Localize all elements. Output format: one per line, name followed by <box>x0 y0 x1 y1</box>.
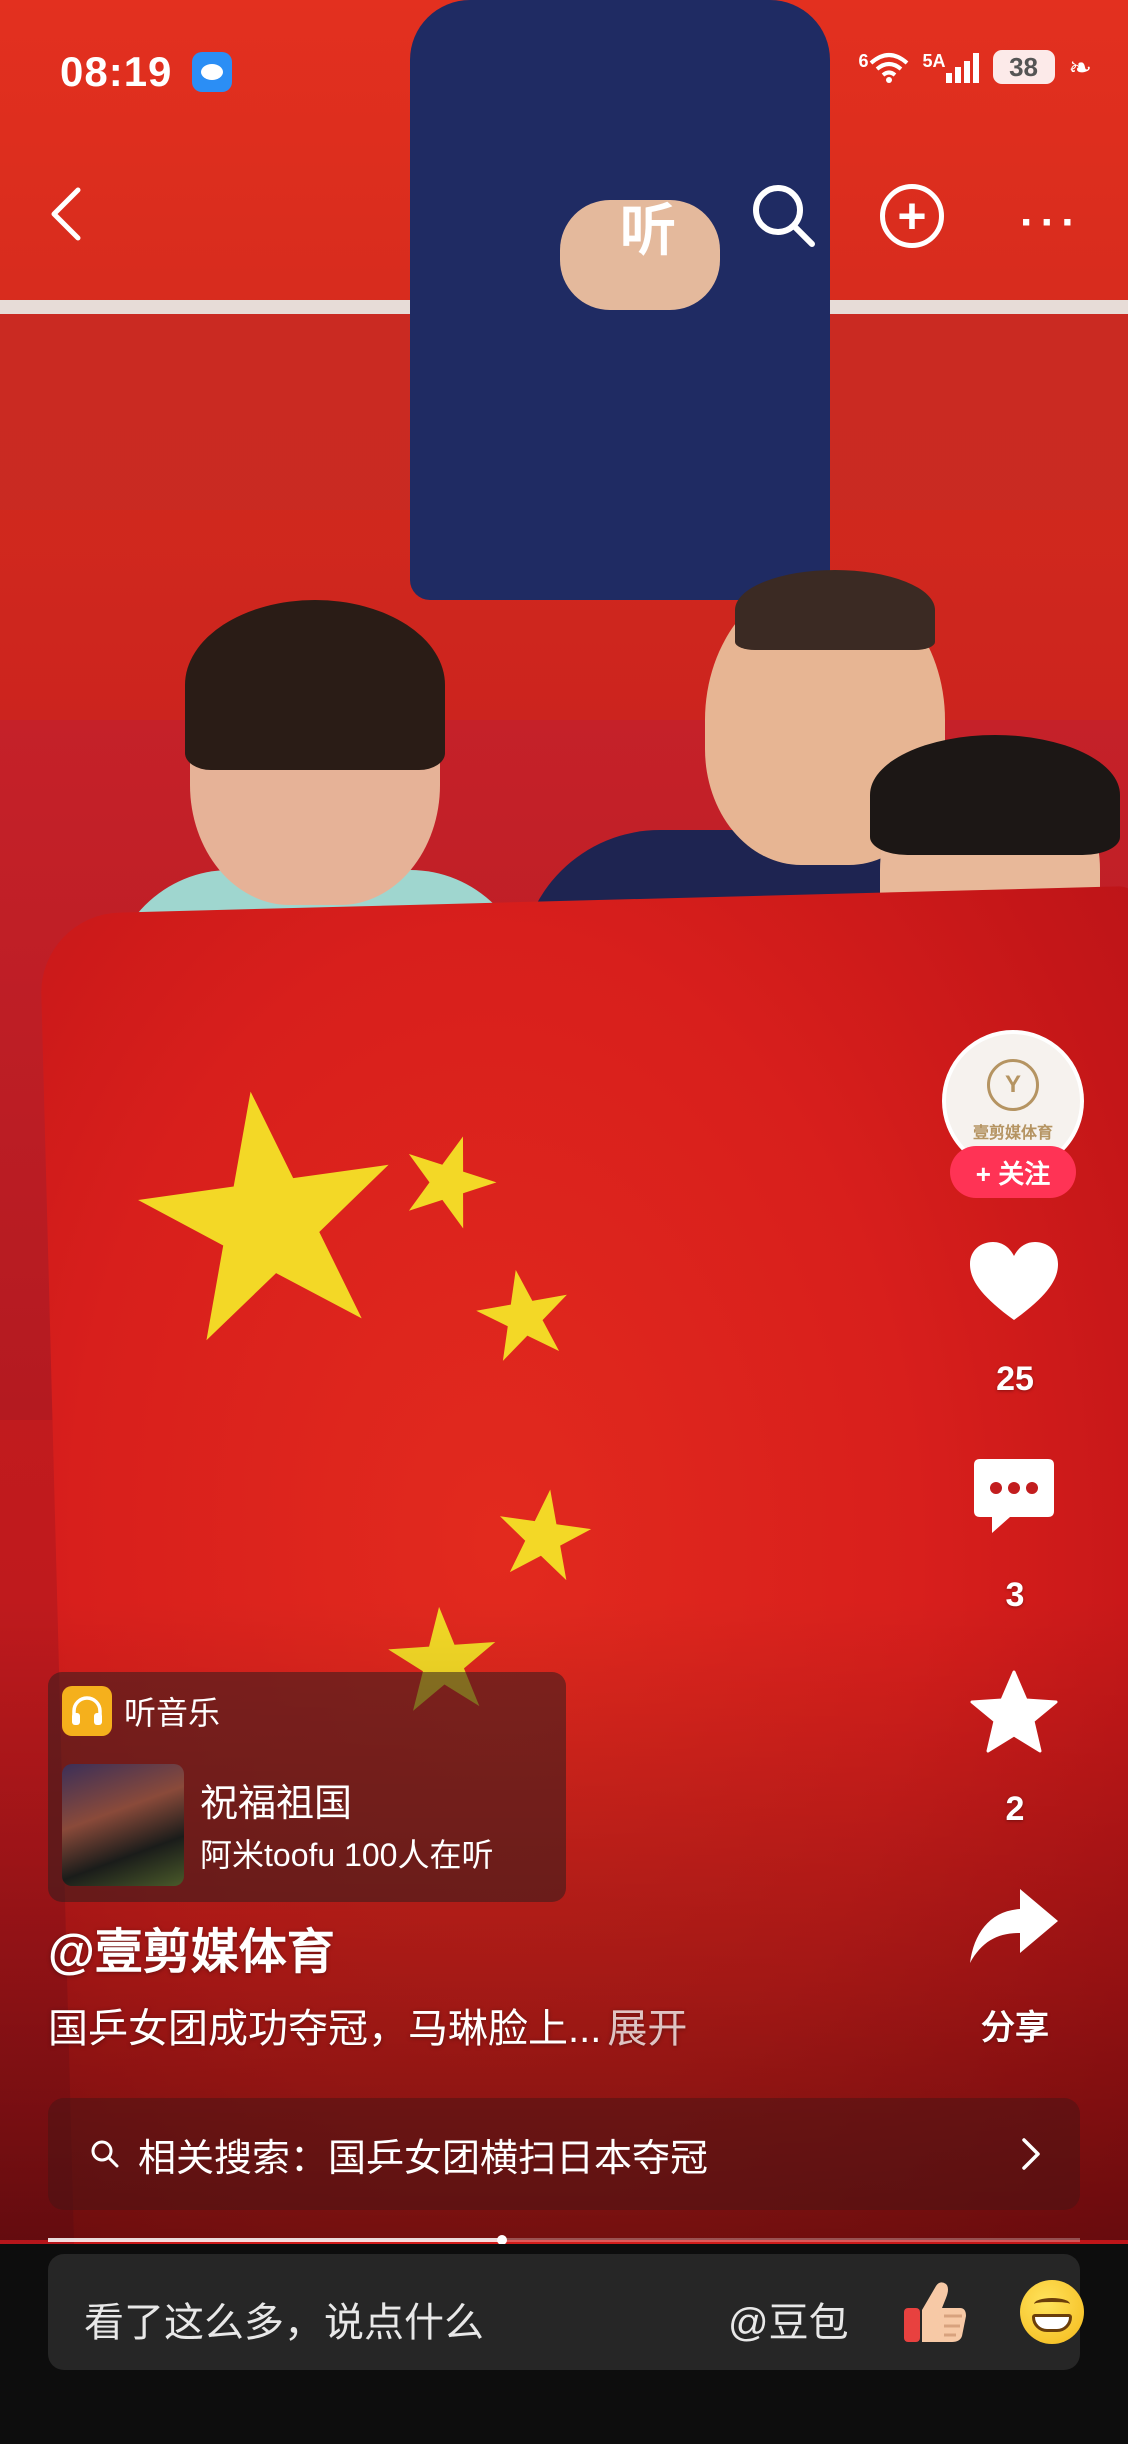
wifi-generation: 6 <box>858 51 869 71</box>
status-bar: 08:19 6 5A 38 ❧ <box>0 48 1128 108</box>
search-icon <box>91 2140 119 2168</box>
emoji-eyes <box>1034 2298 1070 2310</box>
progress-fill <box>48 2238 503 2242</box>
battery-icon: 38 <box>992 50 1055 84</box>
top-nav: 听 + ··· <box>0 180 1128 262</box>
flag-small-star: ★ <box>481 1461 607 1609</box>
thumbs-up-emoji-icon[interactable] <box>900 2278 970 2348</box>
heart-icon <box>970 1242 1058 1320</box>
player-left-hair <box>185 600 445 770</box>
like-button[interactable] <box>968 1236 1060 1328</box>
chevron-left-icon[interactable] <box>44 184 88 244</box>
music-artist-listeners: 阿米toofu 100人在听 <box>200 1837 494 1873</box>
coach-hair <box>735 570 935 650</box>
more-icon[interactable]: ··· <box>1020 198 1082 248</box>
music-title: 祝福祖国 <box>200 1783 353 1825</box>
plus-circle-icon[interactable]: + <box>880 184 944 248</box>
bottom-bar: 看了这么多，说点什么 @豆包 <box>0 2244 1128 2444</box>
share-arrow-icon <box>970 1889 1058 1963</box>
follow-button[interactable]: + 关注 <box>950 1146 1076 1198</box>
message-bubble-icon <box>192 52 232 92</box>
comment-count: 3 <box>1005 1576 1025 1614</box>
creator-logo-mark: Y <box>987 1059 1039 1111</box>
status-indicators: 6 5A 38 ❧ <box>859 50 1092 84</box>
cell-signal-icon: 5A <box>923 51 979 83</box>
author-name[interactable]: @壹剪媒体育 <box>48 1912 335 1982</box>
favorite-button[interactable] <box>968 1666 1060 1758</box>
music-header: 听音乐 <box>62 1686 220 1736</box>
comment-button[interactable] <box>968 1450 1060 1542</box>
share-label: 分享 <box>981 2009 1049 2047</box>
star-icon <box>970 1670 1058 1753</box>
like-count: 25 <box>996 1360 1034 1398</box>
player-right-hair <box>870 735 1120 855</box>
music-card[interactable]: 听音乐 祝福祖国 阿米toofu 100人在听 <box>48 1672 566 1902</box>
mention-doubao-button[interactable]: @豆包 <box>728 2290 849 2348</box>
status-time: 08:19 <box>60 48 173 95</box>
wifi-icon: 6 <box>859 51 909 83</box>
search-icon[interactable] <box>748 180 818 250</box>
music-tag-label: 听音乐 <box>124 1695 221 1731</box>
video-frame[interactable]: ★ ★ ★ ★ ★ <box>0 0 1128 2444</box>
comment-placeholder: 看了这么多，说点什么 <box>84 2301 484 2345</box>
creator-logo-text: 壹剪媒体育 <box>972 1125 1053 1142</box>
comment-input[interactable]: 看了这么多，说点什么 @豆包 <box>48 2254 1084 2370</box>
eco-leaf-icon: ❧ <box>1068 51 1092 83</box>
expand-link[interactable]: 展开 <box>607 2007 687 2051</box>
video-progress-bar[interactable] <box>48 2235 1080 2245</box>
related-search-text: 相关搜索：国乒女团横扫日本夺冠 <box>138 2137 709 2180</box>
favorite-count: 2 <box>1005 1790 1025 1828</box>
flag-small-star: ★ <box>459 1239 589 1391</box>
related-search-bar[interactable]: 相关搜索：国乒女团横扫日本夺冠 <box>48 2098 1080 2210</box>
emoji-mouth <box>1032 2314 1072 2332</box>
music-cover-art <box>62 1764 184 1886</box>
chevron-right-icon <box>1022 2138 1040 2170</box>
caption-text: 国乒女团成功夺冠，马琳脸上... <box>48 2007 602 2051</box>
share-button[interactable] <box>968 1880 1060 1972</box>
comment-icon <box>974 1459 1054 1533</box>
listen-button[interactable]: 听 <box>620 186 676 267</box>
grinning-emoji-icon[interactable] <box>1020 2280 1084 2344</box>
headphones-icon <box>62 1686 112 1736</box>
post-caption[interactable]: 国乒女团成功夺冠，马琳脸上... 展开 <box>48 1996 687 2054</box>
cell-generation: 5A <box>922 51 946 71</box>
